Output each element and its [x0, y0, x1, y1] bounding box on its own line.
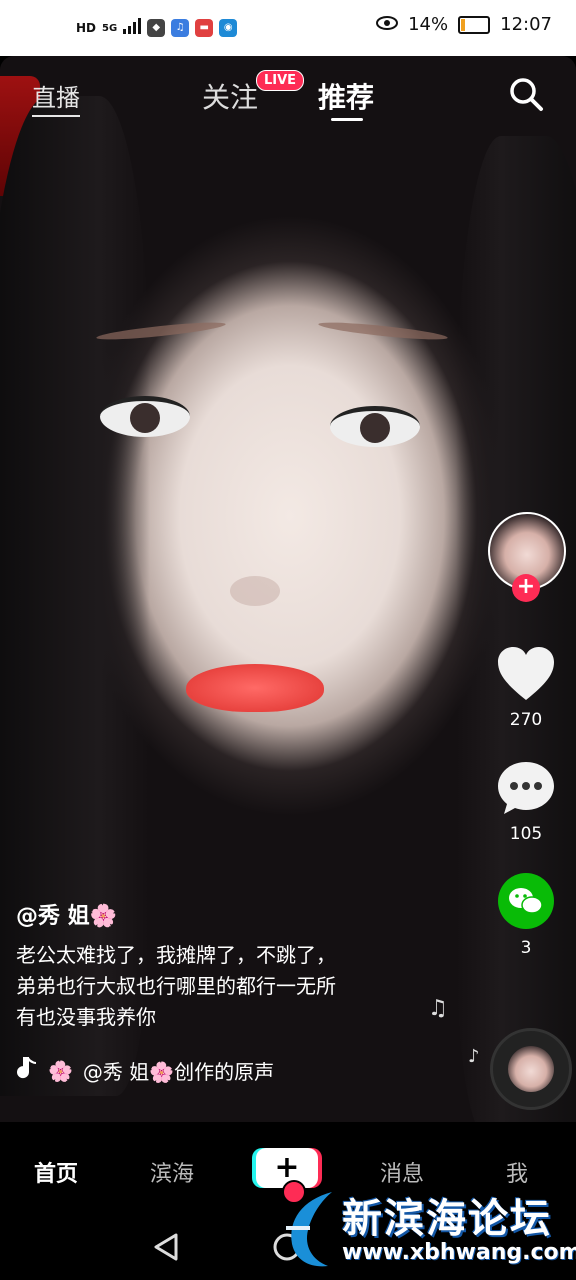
- tab-active-indicator: [331, 118, 363, 121]
- battery-icon: [458, 15, 491, 34]
- clock: 12:07: [500, 14, 552, 35]
- nav-messages[interactable]: 消息: [380, 1156, 424, 1188]
- status-bar: HD 5G ◆ ♫ ▬ ◉ 14% 12:07: [0, 0, 576, 56]
- nav-me[interactable]: 我: [506, 1156, 528, 1188]
- live-entry-button[interactable]: 直播: [32, 78, 80, 117]
- watermark-logo-icon: [282, 1190, 342, 1274]
- top-nav: 直播 关注 LIVE 推荐: [0, 56, 576, 136]
- search-icon[interactable]: [508, 76, 544, 112]
- browser-icon: ◉: [219, 19, 238, 37]
- music-disc[interactable]: [490, 1028, 572, 1110]
- floating-note-icon: ♫: [428, 996, 448, 1021]
- share-button[interactable]: 3: [486, 872, 566, 958]
- signal-bars-icon: [123, 18, 142, 38]
- video-description: 老公太难找了，我摊牌了，不跳了， 弟弟也行大叔也行哪里的都行一无所 有也没事我养…: [16, 943, 336, 1029]
- music-app-icon: ♫: [171, 19, 190, 37]
- video-caption: @秀 姐🌸 老公太难找了，我摊牌了，不跳了， 弟弟也行大叔也行哪里的都行一无所 …: [16, 898, 436, 1033]
- comment-count: 105: [509, 824, 543, 844]
- status-right: 14% 12:07: [376, 14, 552, 35]
- battery-percent: 14%: [408, 14, 449, 35]
- wechat-icon: [497, 873, 555, 934]
- back-icon[interactable]: [152, 1232, 180, 1266]
- app-icon-2: ▬: [195, 19, 214, 37]
- eye-icon: [376, 14, 399, 35]
- live-badge: LIVE: [256, 70, 305, 91]
- author-name[interactable]: @秀 姐🌸: [16, 898, 436, 930]
- music-title: @秀 姐🌸创作的原声: [82, 1060, 275, 1084]
- like-count: 270: [509, 710, 543, 730]
- comment-button[interactable]: 105: [486, 760, 566, 844]
- hd-indicator: HD: [76, 21, 97, 35]
- nav-local[interactable]: 滨海: [150, 1156, 194, 1188]
- music-flower: 🌸: [48, 1058, 73, 1083]
- nav-home[interactable]: 首页: [34, 1156, 78, 1188]
- tab-following[interactable]: 关注: [202, 76, 258, 116]
- watermark-title: 新滨海论坛: [342, 1196, 552, 1242]
- watermark-url: www.xbhwang.com: [342, 1240, 576, 1265]
- share-count: 3: [520, 938, 532, 958]
- comment-icon: [496, 762, 556, 820]
- tab-recommend[interactable]: 推荐: [318, 76, 374, 116]
- site-watermark: 新滨海论坛 www.xbhwang.com: [282, 1186, 576, 1280]
- signal-indicator: 5G: [102, 22, 118, 34]
- status-icons: HD 5G ◆ ♫ ▬ ◉: [76, 18, 238, 38]
- like-button[interactable]: 270: [486, 646, 566, 730]
- follow-plus-icon[interactable]: +: [512, 574, 540, 602]
- heart-icon: [496, 647, 556, 706]
- music-note-icon: [16, 1056, 38, 1085]
- music-info[interactable]: 🌸 @秀 姐🌸创作的原声: [16, 1056, 274, 1085]
- app-icon-1: ◆: [147, 19, 166, 37]
- floating-note-icon: ♪: [468, 1046, 480, 1067]
